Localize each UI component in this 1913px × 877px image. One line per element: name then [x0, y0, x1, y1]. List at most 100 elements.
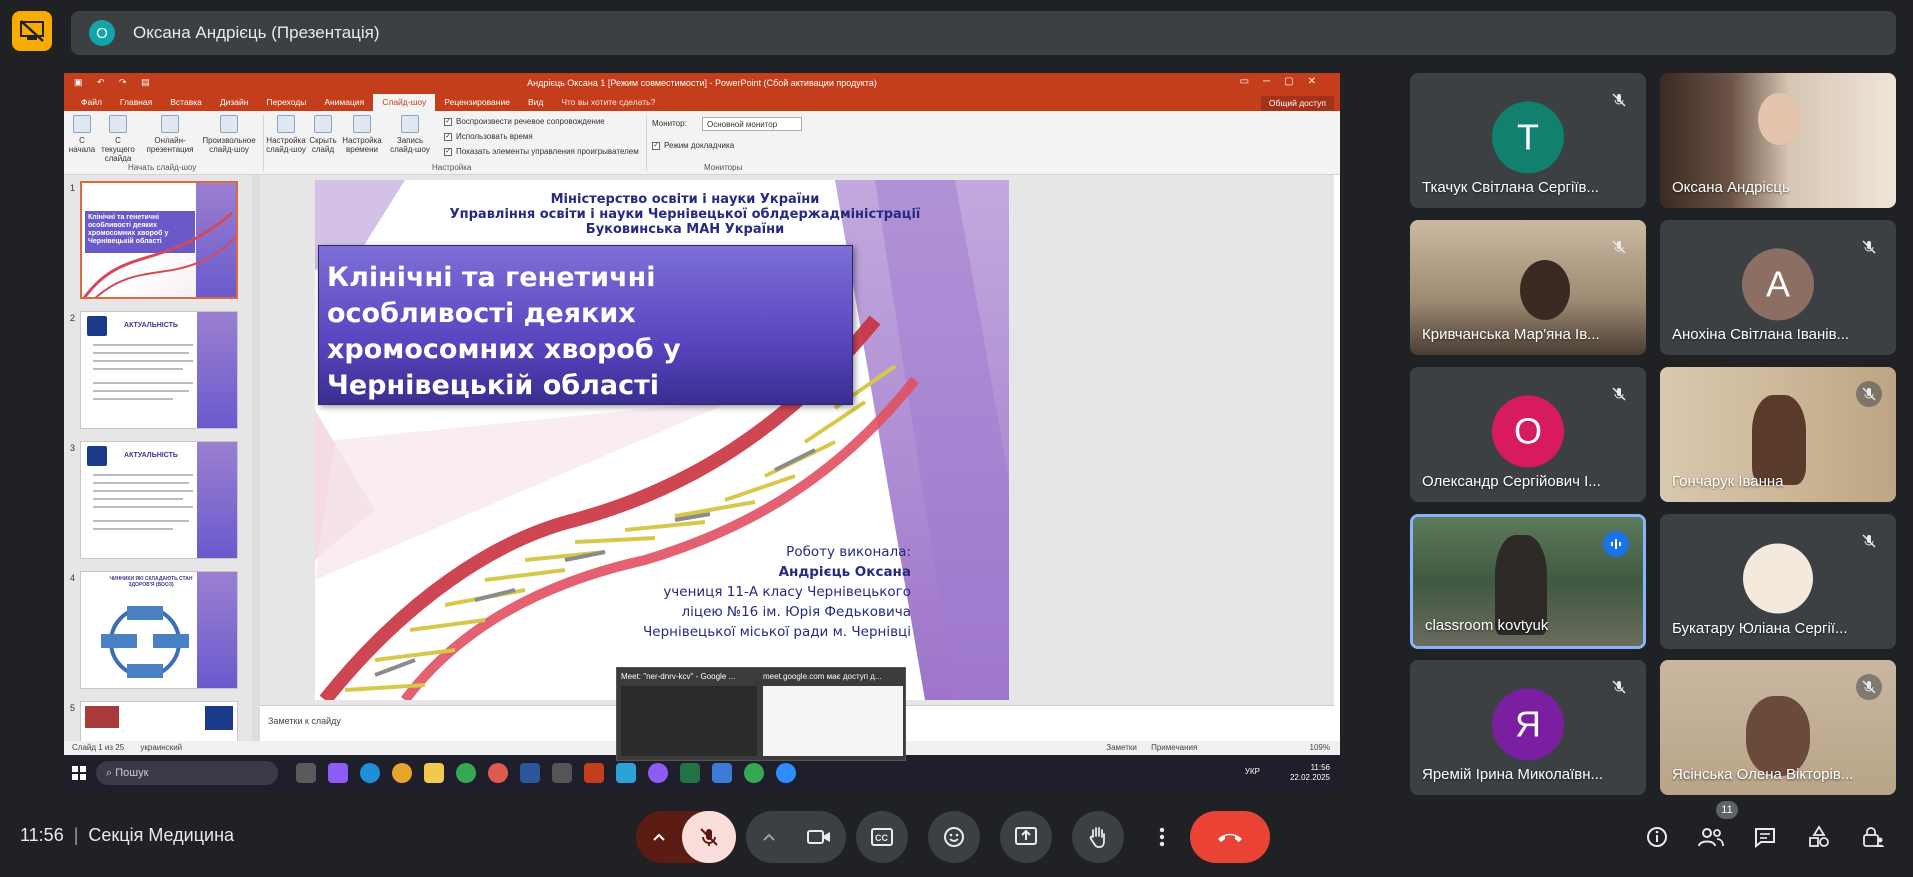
- slide-thumb[interactable]: АКТУАЛЬНІСТЬ: [80, 441, 238, 559]
- preview-thumbnail[interactable]: [621, 686, 757, 756]
- taskbar-search[interactable]: ⌕ Пошук: [96, 761, 278, 785]
- slide-thumb[interactable]: [80, 701, 238, 741]
- media-controls-checkbox[interactable]: ✓ Показать элементы управления проигрыват…: [444, 147, 639, 156]
- viber-icon[interactable]: [648, 763, 668, 783]
- participant-tile[interactable]: Гончарук Іванна: [1660, 367, 1896, 502]
- people-button[interactable]: [1696, 822, 1726, 852]
- window-controls[interactable]: ▭─▢✕: [1240, 76, 1330, 87]
- taskbar-preview-popup[interactable]: Meet: "ner-dnrv-kcv" - Google ... meet.g…: [616, 667, 906, 761]
- store-icon[interactable]: [552, 763, 572, 783]
- mic-off-icon: [1606, 381, 1632, 407]
- thumbnail-scrollbar[interactable]: [252, 175, 260, 741]
- status-language[interactable]: украинский: [140, 743, 182, 752]
- tell-me-search[interactable]: Что вы хотите сделать?: [552, 97, 664, 111]
- taskbar-clock[interactable]: 11:56 22.02.2025: [1290, 763, 1330, 783]
- slide-thumb[interactable]: АКТУАЛЬНІСТЬ: [80, 311, 238, 429]
- participant-tile[interactable]: Т Ткачук Світлана Сергіїв...: [1410, 73, 1646, 208]
- chrome-icon[interactable]: [392, 763, 412, 783]
- author-line: Роботу виконала:: [786, 544, 911, 560]
- chrome-icon[interactable]: [456, 763, 476, 783]
- presenter-view-checkbox[interactable]: ✓ Режим докладчика: [652, 141, 734, 150]
- camera-control-group: [746, 811, 846, 863]
- slide-header-line: Управління освіти і науки Чернівецької о…: [449, 207, 921, 222]
- narration-checkbox[interactable]: ✓ Воспроизвести речевое сопровождение: [444, 117, 605, 126]
- from-current-button[interactable]: С текущего слайда: [98, 115, 138, 163]
- tab-transitions[interactable]: Переходы: [257, 97, 315, 111]
- telegram-icon[interactable]: [616, 763, 636, 783]
- present-screen-button[interactable]: [1000, 811, 1052, 863]
- quick-access-icons[interactable]: ▣ ↶ ↷ ▤: [74, 77, 156, 88]
- chrome-icon[interactable]: [744, 763, 764, 783]
- slide-title-box[interactable]: Клінічні та генетичні особливості деяких…: [318, 245, 853, 405]
- slide-thumb[interactable]: ЧИННИКИ ЯКІ СКЛАДАЮТЬ СТАН ЗДОРОВ'Я (ВОО…: [80, 571, 238, 689]
- thumb-number: 4: [70, 573, 76, 583]
- preview-thumbnail[interactable]: [763, 686, 903, 756]
- participant-tile[interactable]: Я Яремій Ірина Миколаївн...: [1410, 660, 1646, 795]
- presentation-hidden-icon[interactable]: [12, 11, 52, 51]
- zoom-level[interactable]: 109%: [1310, 743, 1330, 752]
- participant-tile[interactable]: А Анохіна Світлана Іванів...: [1660, 220, 1896, 355]
- raise-hand-button[interactable]: [1072, 811, 1124, 863]
- tab-insert[interactable]: Вставка: [161, 97, 211, 111]
- custom-show-button[interactable]: Произвольное слайд-шоу: [200, 115, 258, 154]
- powerpoint-icon[interactable]: [584, 763, 604, 783]
- participant-tile[interactable]: Оксана Андрієць: [1660, 73, 1896, 208]
- preview-title: meet.google.com має доступ д...: [763, 672, 882, 681]
- captions-button[interactable]: CC: [856, 811, 908, 863]
- tab-animations[interactable]: Анимация: [315, 97, 373, 111]
- timings-checkbox[interactable]: ✓ Использовать время: [444, 132, 533, 141]
- monitor-select[interactable]: Основной монитор: [702, 117, 802, 131]
- rehearse-timings-button[interactable]: Настройка времени: [342, 115, 382, 154]
- participant-video: [1758, 93, 1800, 145]
- mic-toggle-button[interactable]: [682, 811, 736, 863]
- thumb-number: 2: [70, 313, 76, 323]
- participant-tile[interactable]: Букатару Юліана Сергії...: [1660, 514, 1896, 649]
- more-options-button[interactable]: [1144, 811, 1180, 863]
- tab-design[interactable]: Дизайн: [211, 97, 258, 111]
- tab-home[interactable]: Главная: [111, 97, 161, 111]
- status-slide-count: Слайд 1 из 25: [72, 743, 125, 752]
- record-show-button[interactable]: Запись слайд-шоу: [384, 115, 436, 154]
- from-start-button[interactable]: С начала: [68, 115, 96, 154]
- tab-file[interactable]: Файл: [72, 97, 111, 111]
- online-presentation-button[interactable]: Онлайн-презентация: [144, 115, 196, 154]
- tab-slideshow[interactable]: Слайд-шоу: [373, 94, 436, 111]
- online-icon: [161, 115, 179, 133]
- chat-button[interactable]: [1750, 822, 1780, 852]
- explorer-icon[interactable]: [424, 763, 444, 783]
- windows-start-icon[interactable]: [72, 766, 86, 780]
- tab-review[interactable]: Рецензирование: [435, 97, 519, 111]
- word-icon[interactable]: [520, 763, 540, 783]
- monitor-label: Монитор:: [652, 119, 687, 128]
- hide-slide-button[interactable]: Скрыть слайд: [308, 115, 338, 154]
- chrome-icon[interactable]: [488, 763, 508, 783]
- slide-thumb[interactable]: Клінічні та генетичні особливості деяких…: [80, 181, 238, 299]
- participant-tile[interactable]: Кривчанська Мар'яна Ів...: [1410, 220, 1646, 355]
- camera-options-button[interactable]: [746, 811, 792, 863]
- notes-toggle[interactable]: Заметки: [1106, 743, 1137, 752]
- edge-icon[interactable]: [360, 763, 380, 783]
- participant-tile[interactable]: О Олександр Сергійович І...: [1410, 367, 1646, 502]
- reactions-button[interactable]: [928, 811, 980, 863]
- participant-tile[interactable]: classroom kovtyuk: [1410, 514, 1646, 649]
- tab-view[interactable]: Вид: [519, 97, 552, 111]
- slideshow-icon: [109, 115, 127, 133]
- host-controls-button[interactable]: [1858, 822, 1888, 852]
- setup-show-button[interactable]: Настройка слайд-шоу: [266, 115, 306, 154]
- app-icon[interactable]: [712, 763, 732, 783]
- copilot-icon[interactable]: [328, 763, 348, 783]
- meeting-info-button[interactable]: [1642, 822, 1672, 852]
- current-slide: Міністерство освіти і науки України Упра…: [315, 180, 1009, 700]
- speaking-indicator-icon: [1603, 531, 1629, 557]
- share-button[interactable]: Общий доступ: [1260, 96, 1334, 111]
- task-view-icon[interactable]: [296, 763, 316, 783]
- leave-call-button[interactable]: [1190, 811, 1270, 863]
- comments-toggle[interactable]: Примечания: [1151, 743, 1197, 752]
- publisher-icon[interactable]: [680, 763, 700, 783]
- camera-toggle-button[interactable]: [792, 811, 846, 863]
- participant-tile[interactable]: Ясінська Олена Вікторів...: [1660, 660, 1896, 795]
- taskbar-language[interactable]: УКР: [1245, 767, 1260, 776]
- mic-options-button[interactable]: [636, 811, 682, 863]
- activities-button[interactable]: [1804, 822, 1834, 852]
- zoom-icon[interactable]: [776, 763, 796, 783]
